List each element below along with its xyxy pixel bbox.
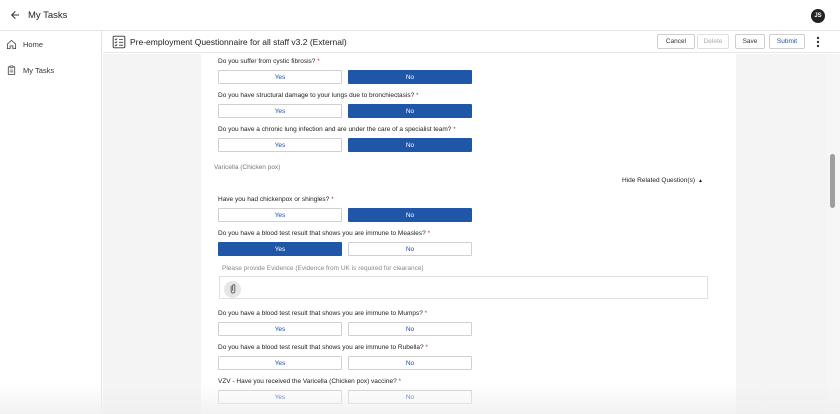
app-title: My Tasks bbox=[28, 9, 68, 21]
back-arrow-icon[interactable] bbox=[4, 4, 26, 26]
top-bar: My Tasks JS bbox=[0, 0, 840, 31]
option-yes[interactable]: Yes bbox=[218, 208, 342, 222]
question-label: Do you have structural damage to your lu… bbox=[218, 92, 419, 99]
sidebar-item-home[interactable]: Home bbox=[0, 32, 101, 57]
cancel-button[interactable]: Cancel bbox=[657, 34, 695, 49]
option-no[interactable]: No bbox=[348, 208, 472, 222]
question-label: VZV - Have you received the Varicella (C… bbox=[218, 378, 402, 385]
option-no[interactable]: No bbox=[348, 322, 472, 336]
scrollbar-thumb[interactable] bbox=[830, 154, 835, 208]
section-label: Varicella (Chicken pox) bbox=[214, 164, 281, 171]
home-icon bbox=[5, 39, 17, 51]
evidence-upload-area[interactable] bbox=[219, 276, 708, 299]
option-yes[interactable]: Yes bbox=[218, 356, 342, 370]
question-label: Do you have a blood test result that sho… bbox=[218, 310, 428, 317]
option-yes[interactable]: Yes bbox=[218, 322, 342, 336]
hide-related-label: Hide Related Question(s) bbox=[622, 177, 695, 184]
option-no[interactable]: No bbox=[348, 356, 472, 370]
delete-button[interactable]: Delete bbox=[697, 34, 729, 49]
question-label: Do you have a blood test result that sho… bbox=[218, 344, 428, 351]
sidebar: Home My Tasks bbox=[0, 31, 102, 414]
question-label: Do you have a blood test result that sho… bbox=[218, 230, 431, 237]
clipboard-icon bbox=[5, 65, 17, 77]
attach-file-button[interactable] bbox=[224, 281, 241, 298]
form-title: Pre-employment Questionnaire for all sta… bbox=[130, 36, 347, 47]
option-no[interactable]: No bbox=[348, 242, 472, 256]
option-yes[interactable]: Yes bbox=[218, 70, 342, 84]
paperclip-icon bbox=[229, 281, 237, 299]
evidence-label: Please provide Evidence (Evidence from U… bbox=[222, 265, 424, 272]
more-vertical-icon[interactable] bbox=[812, 35, 824, 49]
option-yes[interactable]: Yes bbox=[218, 138, 342, 152]
question-label: Do you have a chronic lung infection and… bbox=[218, 126, 456, 133]
option-no[interactable]: No bbox=[348, 390, 472, 404]
save-button[interactable]: Save bbox=[735, 34, 765, 49]
caret-up-icon: ▲ bbox=[697, 177, 703, 184]
option-yes[interactable]: Yes bbox=[218, 390, 342, 404]
option-yes[interactable]: Yes bbox=[218, 242, 342, 256]
user-avatar[interactable]: JS bbox=[811, 9, 825, 23]
checklist-icon bbox=[112, 35, 126, 49]
sidebar-item-label: My Tasks bbox=[23, 66, 55, 75]
question-label: Do you suffer from cystic fibrosis? * bbox=[218, 58, 320, 65]
sidebar-item-my-tasks[interactable]: My Tasks bbox=[0, 58, 101, 83]
submit-button[interactable]: Submit bbox=[769, 34, 805, 49]
question-label: Have you had chickenpox or shingles? * bbox=[218, 196, 334, 203]
option-yes[interactable]: Yes bbox=[218, 104, 342, 118]
scrollbar[interactable] bbox=[827, 54, 840, 414]
form-header: Pre-employment Questionnaire for all sta… bbox=[103, 31, 840, 53]
sidebar-item-label: Home bbox=[23, 40, 44, 49]
option-no[interactable]: No bbox=[348, 70, 472, 84]
option-no[interactable]: No bbox=[348, 138, 472, 152]
hide-related-questions-link[interactable]: Hide Related Question(s) ▲ bbox=[622, 177, 703, 184]
option-no[interactable]: No bbox=[348, 104, 472, 118]
